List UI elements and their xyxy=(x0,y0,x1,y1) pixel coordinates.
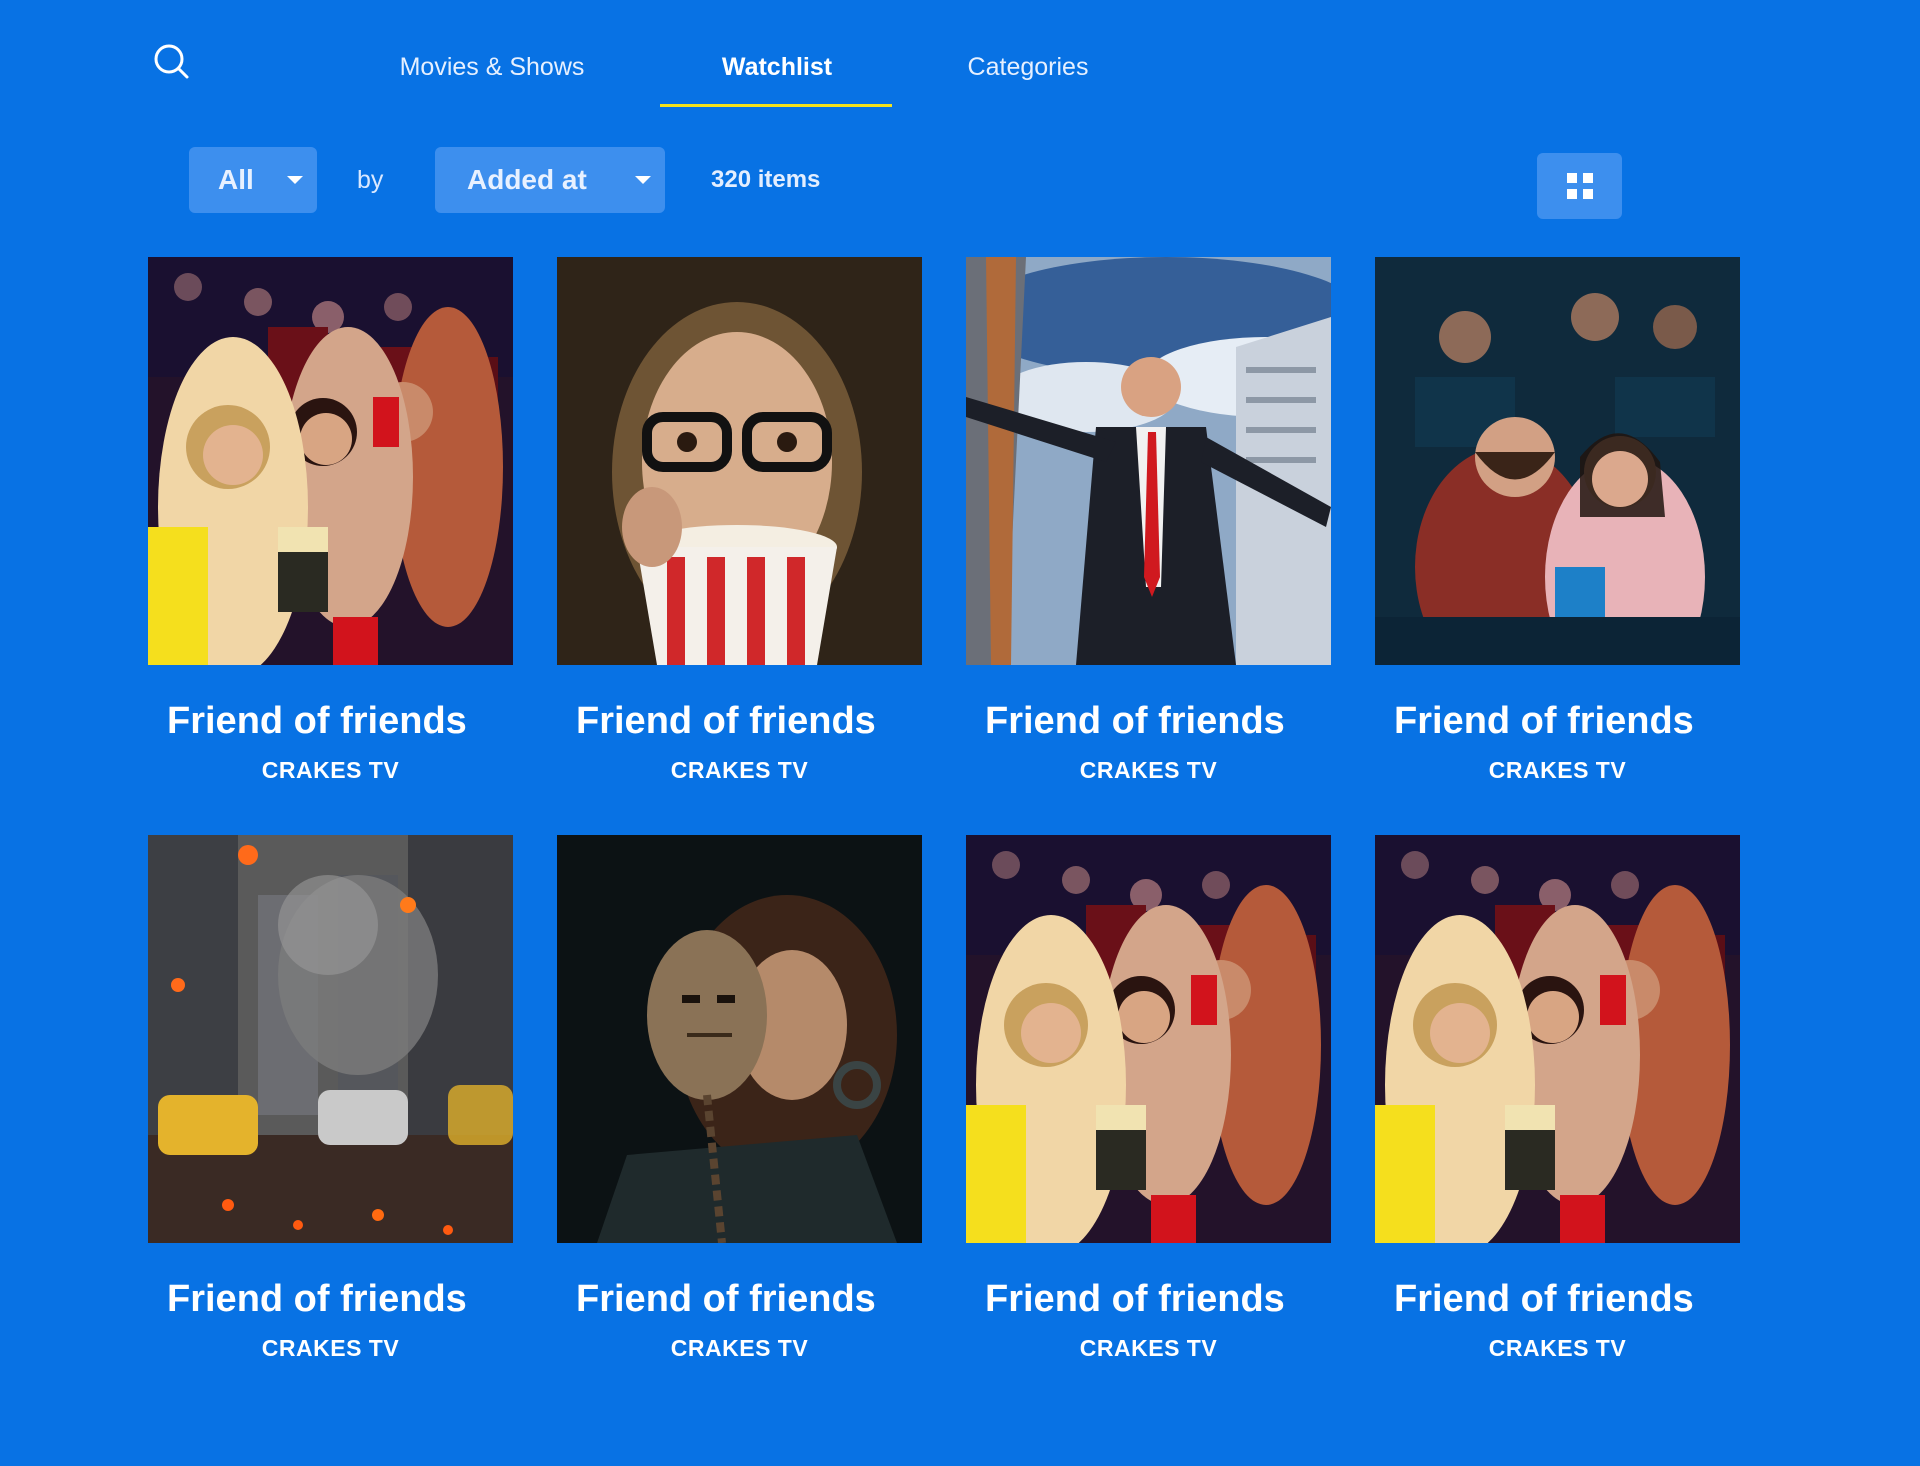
item-count: 320 items xyxy=(711,166,821,193)
card-channel: CRAKES TV xyxy=(670,757,809,783)
card-channel: CRAKES TV xyxy=(1488,1335,1627,1361)
sort-value: Added at xyxy=(467,164,587,195)
poster-image-agent-skyscraper xyxy=(966,257,1331,665)
card-title: Friend of friends xyxy=(1394,1278,1694,1320)
watchlist-card[interactable]: Friend of friends CRAKES TV xyxy=(148,835,513,1413)
card-title: Friend of friends xyxy=(576,700,876,742)
caret-down-icon xyxy=(635,176,651,184)
card-channel: CRAKES TV xyxy=(1079,757,1218,783)
card-title: Friend of friends xyxy=(985,1278,1285,1320)
poster-image-cinema-audience xyxy=(1375,835,1740,1243)
search-button[interactable] xyxy=(152,42,192,82)
card-title: Friend of friends xyxy=(985,700,1285,742)
poster-image-cinema-audience xyxy=(148,257,513,665)
watchlist-card[interactable]: Friend of friends CRAKES TV xyxy=(148,257,513,835)
poster-image-cinema-audience xyxy=(966,835,1331,1243)
watchlist-card[interactable]: Friend of friends CRAKES TV xyxy=(557,835,922,1413)
card-channel: CRAKES TV xyxy=(261,757,400,783)
by-label: by xyxy=(357,166,384,194)
card-channel: CRAKES TV xyxy=(261,1335,400,1361)
card-channel: CRAKES TV xyxy=(1079,1335,1218,1361)
watchlist-card[interactable]: Friend of friends CRAKES TV xyxy=(557,257,922,835)
watchlist-card[interactable]: Friend of friends CRAKES TV xyxy=(1375,257,1740,835)
card-title: Friend of friends xyxy=(167,1278,467,1320)
active-tab-indicator xyxy=(660,104,892,107)
type-filter-dropdown[interactable]: All xyxy=(189,147,317,213)
card-channel: CRAKES TV xyxy=(1488,757,1627,783)
tab-watchlist[interactable]: Watchlist xyxy=(722,52,832,82)
grid-view-icon xyxy=(1566,173,1593,199)
card-channel: CRAKES TV xyxy=(670,1335,809,1361)
poster-image-woman-popcorn xyxy=(557,257,922,665)
grid-view-button[interactable] xyxy=(1537,153,1622,219)
watchlist-card[interactable]: Friend of friends CRAKES TV xyxy=(966,835,1331,1413)
poster-image-masked-woman xyxy=(557,835,922,1243)
card-title: Friend of friends xyxy=(576,1278,876,1320)
tab-movies-and-shows[interactable]: Movies & Shows xyxy=(400,52,585,82)
poster-image-burning-city xyxy=(148,835,513,1243)
search-icon xyxy=(154,44,189,79)
caret-down-icon xyxy=(287,176,303,184)
sort-dropdown[interactable]: Added at xyxy=(435,147,665,213)
tab-categories[interactable]: Categories xyxy=(968,52,1089,82)
watchlist-card[interactable]: Friend of friends CRAKES TV xyxy=(1375,835,1740,1413)
poster-image-laughing-couple xyxy=(1375,257,1740,665)
card-title: Friend of friends xyxy=(167,700,467,742)
card-title: Friend of friends xyxy=(1394,700,1694,742)
type-filter-value: All xyxy=(218,164,254,195)
watchlist-grid: Friend of friends CRAKES TV Friend of fr… xyxy=(148,257,1742,1413)
watchlist-card[interactable]: Friend of friends CRAKES TV xyxy=(966,257,1331,835)
